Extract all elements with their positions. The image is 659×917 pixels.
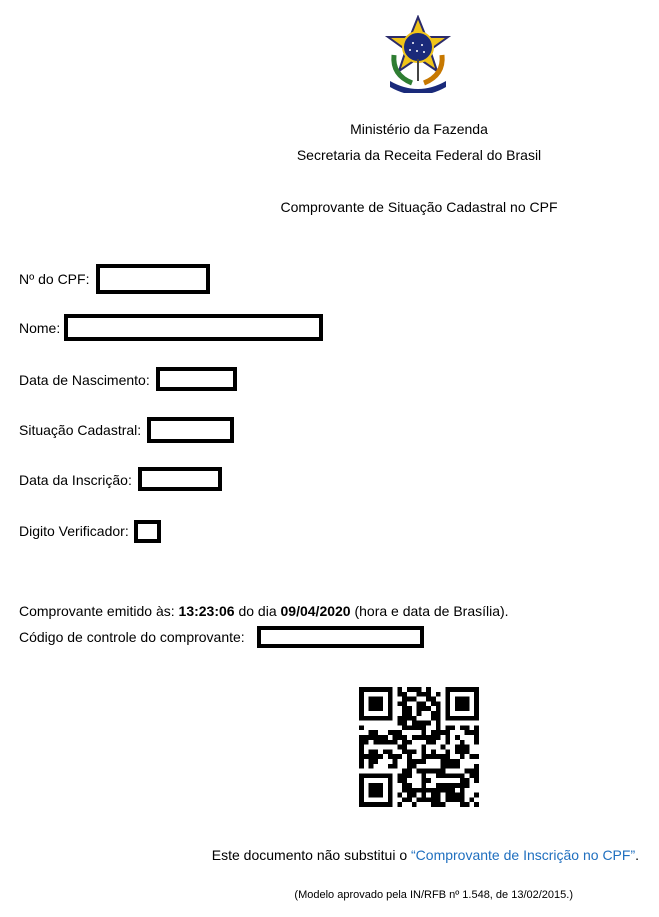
footer-note-suffix: . <box>635 847 639 863</box>
control-code-label: Código de controle do comprovante: <box>19 629 245 645</box>
issuance-line: Comprovante emitido às: 13:23:06 do dia … <box>19 603 509 619</box>
registration-date-label: Data da Inscrição: <box>19 472 132 488</box>
footer-note-prefix: Este documento não substitui o <box>211 847 412 863</box>
cpf-label: Nº do CPF: <box>19 271 90 287</box>
cpf-registration-proof-link[interactable]: “Comprovante de Inscrição no CPF” <box>411 847 635 863</box>
check-digit-value-redacted <box>134 520 161 543</box>
ministry-title: Ministério da Fazenda <box>350 121 488 137</box>
model-approval-note: (Modelo aprovado pela IN/RFB nº 1.548, d… <box>294 889 573 901</box>
control-code-value-redacted <box>257 626 424 648</box>
birth-date-label: Data de Nascimento: <box>19 372 150 388</box>
issuance-date: 09/04/2020 <box>280 603 351 619</box>
birth-date-value-redacted <box>156 367 237 391</box>
status-label: Situação Cadastral: <box>19 422 142 438</box>
secretariat-title: Secretaria da Receita Federal do Brasil <box>296 147 542 163</box>
registration-date-value-redacted <box>138 467 222 491</box>
name-label: Nome: <box>19 320 61 336</box>
qr-code-icon <box>359 687 479 807</box>
status-value-redacted <box>147 417 234 443</box>
issuance-prefix: Comprovante emitido às: <box>19 603 179 619</box>
check-digit-label: Digito Verificador: <box>19 523 129 539</box>
document-title: Comprovante de Situação Cadastral no CPF <box>280 199 558 215</box>
issuance-middle: do dia <box>234 603 281 619</box>
issuance-suffix: (hora e data de Brasília). <box>350 603 509 619</box>
name-value-redacted <box>64 314 323 341</box>
brazil-coat-of-arms-icon <box>382 15 454 93</box>
issuance-time: 13:23:06 <box>178 603 235 619</box>
footer-note: Este documento não substitui o “Comprova… <box>212 847 639 863</box>
cpf-value-redacted <box>96 264 210 294</box>
